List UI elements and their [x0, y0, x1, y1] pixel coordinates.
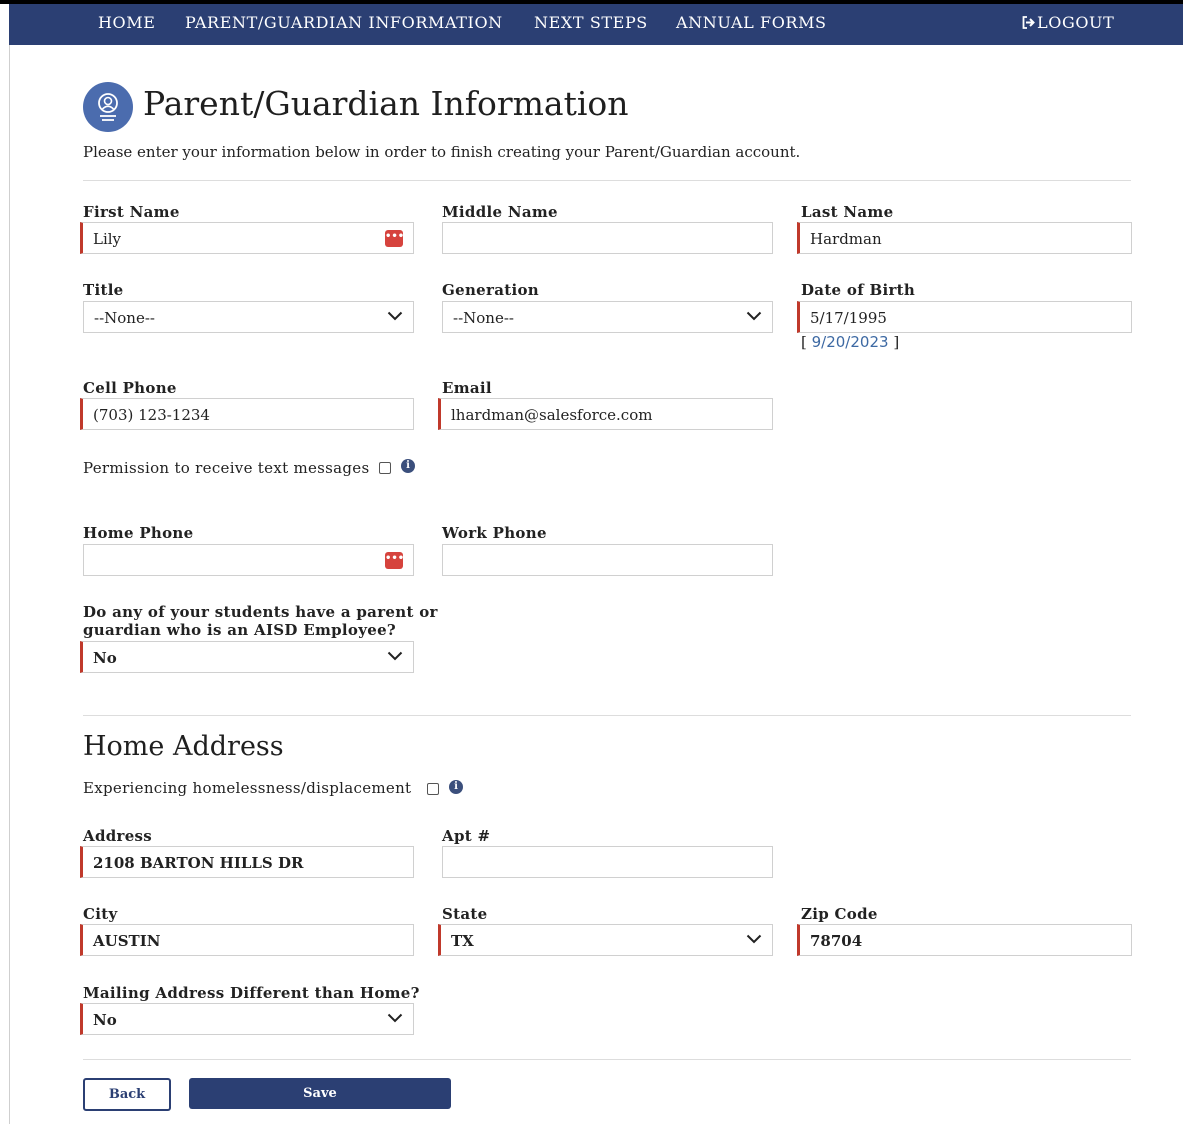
cell-phone-input[interactable]: (703) 123-1234	[80, 398, 414, 430]
aisd-employee-label-line2: guardian who is an AISD Employee?	[83, 621, 397, 639]
aisd-employee-value: No	[93, 649, 117, 667]
cell-phone-label: Cell Phone	[83, 379, 177, 397]
divider	[83, 180, 1131, 181]
zip-input[interactable]: 78704	[797, 924, 1132, 956]
logout-link[interactable]: LOGOUT	[1022, 13, 1114, 32]
title-value: --None--	[94, 309, 155, 327]
today-date-link: [ 9/20/2023 ]	[801, 333, 900, 351]
logout-icon	[1022, 16, 1035, 29]
page-border	[9, 45, 10, 1124]
password-manager-icon[interactable]: •••	[385, 552, 404, 569]
middle-name-label: Middle Name	[442, 203, 558, 221]
city-input[interactable]: AUSTIN	[80, 924, 414, 956]
homelessness-label: Experiencing homelessness/displacement	[83, 779, 412, 797]
generation-label: Generation	[442, 281, 539, 299]
text-permission-checkbox[interactable]	[379, 462, 391, 474]
mailing-different-select[interactable]: No	[80, 1003, 414, 1035]
text-permission-label: Permission to receive text messages	[83, 459, 370, 477]
state-value: TX	[451, 932, 474, 950]
work-phone-label: Work Phone	[442, 524, 547, 542]
dob-label: Date of Birth	[801, 281, 916, 299]
nav-next-steps[interactable]: NEXT STEPS	[534, 13, 648, 32]
page-title: Parent/Guardian Information	[143, 84, 629, 123]
work-phone-input[interactable]	[442, 544, 773, 576]
state-select[interactable]: TX	[438, 924, 773, 956]
generation-select[interactable]: --None--	[442, 301, 773, 333]
address-value: 2108 BARTON HILLS DR	[93, 854, 304, 872]
chevron-down-icon	[746, 311, 762, 321]
aisd-employee-label-line1: Do any of your students have a parent or	[83, 603, 438, 621]
cell-phone-value: (703) 123-1234	[93, 406, 210, 424]
first-name-input[interactable]: Lily •••	[80, 222, 414, 254]
today-date[interactable]: 9/20/2023	[812, 333, 889, 351]
nav-parent-guardian-information[interactable]: PARENT/GUARDIAN INFORMATION	[185, 13, 503, 32]
state-label: State	[442, 905, 488, 923]
first-name-value: Lily	[93, 230, 122, 248]
email-label: Email	[442, 379, 492, 397]
city-label: City	[83, 905, 118, 923]
title-label: Title	[83, 281, 124, 299]
chevron-down-icon	[387, 311, 403, 321]
home-phone-input[interactable]: •••	[83, 544, 414, 576]
info-icon[interactable]: i	[401, 459, 415, 473]
email-input[interactable]: lhardman@salesforce.com	[438, 398, 773, 430]
apt-input[interactable]	[442, 846, 773, 878]
email-value: lhardman@salesforce.com	[451, 406, 653, 424]
generation-value: --None--	[453, 309, 514, 327]
contact-icon	[83, 82, 133, 132]
nav-home[interactable]: HOME	[98, 13, 156, 32]
top-navbar: HOME PARENT/GUARDIAN INFORMATION NEXT ST…	[9, 4, 1183, 45]
title-select[interactable]: --None--	[83, 301, 414, 333]
mailing-different-value: No	[93, 1011, 117, 1029]
homelessness-checkbox[interactable]	[427, 783, 439, 795]
chevron-down-icon	[746, 934, 762, 944]
dob-input[interactable]: 5/17/1995	[797, 301, 1132, 333]
apt-label: Apt #	[442, 827, 491, 845]
city-value: AUSTIN	[93, 932, 161, 950]
nav-annual-forms[interactable]: ANNUAL FORMS	[676, 13, 827, 32]
dob-value: 5/17/1995	[810, 309, 887, 327]
mailing-different-label: Mailing Address Different than Home?	[83, 984, 420, 1002]
chevron-down-icon	[387, 1013, 403, 1023]
info-icon[interactable]: i	[449, 780, 463, 794]
first-name-label: First Name	[83, 203, 180, 221]
aisd-employee-select[interactable]: No	[80, 641, 414, 673]
intro-text: Please enter your information below in o…	[83, 143, 801, 161]
chevron-down-icon	[387, 651, 403, 661]
address-input[interactable]: 2108 BARTON HILLS DR	[80, 846, 414, 878]
last-name-input[interactable]: Hardman	[797, 222, 1132, 254]
divider	[83, 715, 1131, 716]
logout-label: LOGOUT	[1037, 13, 1115, 32]
last-name-label: Last Name	[801, 203, 894, 221]
zip-label: Zip Code	[801, 905, 878, 923]
home-phone-label: Home Phone	[83, 524, 194, 542]
middle-name-input[interactable]	[442, 222, 773, 254]
last-name-value: Hardman	[810, 230, 882, 248]
back-button[interactable]: Back	[83, 1078, 171, 1111]
home-address-heading: Home Address	[83, 731, 284, 762]
password-manager-icon[interactable]: •••	[385, 230, 404, 247]
divider	[83, 1059, 1131, 1060]
address-label: Address	[83, 827, 153, 845]
zip-value: 78704	[810, 932, 863, 950]
save-button[interactable]: Save	[189, 1078, 451, 1109]
